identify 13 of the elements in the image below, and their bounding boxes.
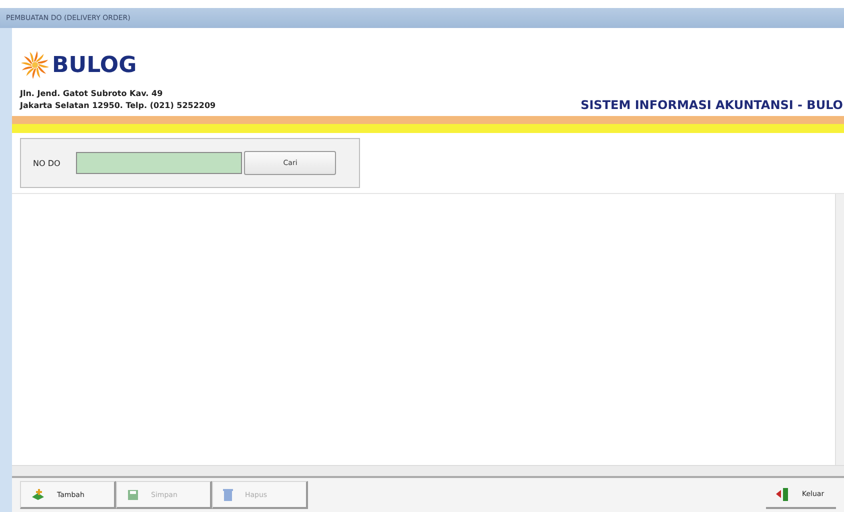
do-number-field[interactable] [76,152,242,174]
vertical-scrollbar[interactable] [835,194,844,465]
logo-text: BULOG [52,52,137,78]
bin-icon [223,488,233,500]
floppy-icon [127,488,139,500]
exit-door-icon [776,487,790,501]
address-line: Jln. Jend. Gatot Subroto Kav. 49 [20,88,164,100]
system-title: SISTEM INFORMASI AKUNTANSI - BULO [580,98,843,112]
sun-logo-icon [20,50,50,80]
horizontal-scrollbar[interactable] [12,465,844,478]
plus-icon [31,488,45,500]
address-line: Jakarta Selatan 12950. Telp. (021) 5252209 [20,100,216,112]
field-label: NO DO [33,158,60,168]
